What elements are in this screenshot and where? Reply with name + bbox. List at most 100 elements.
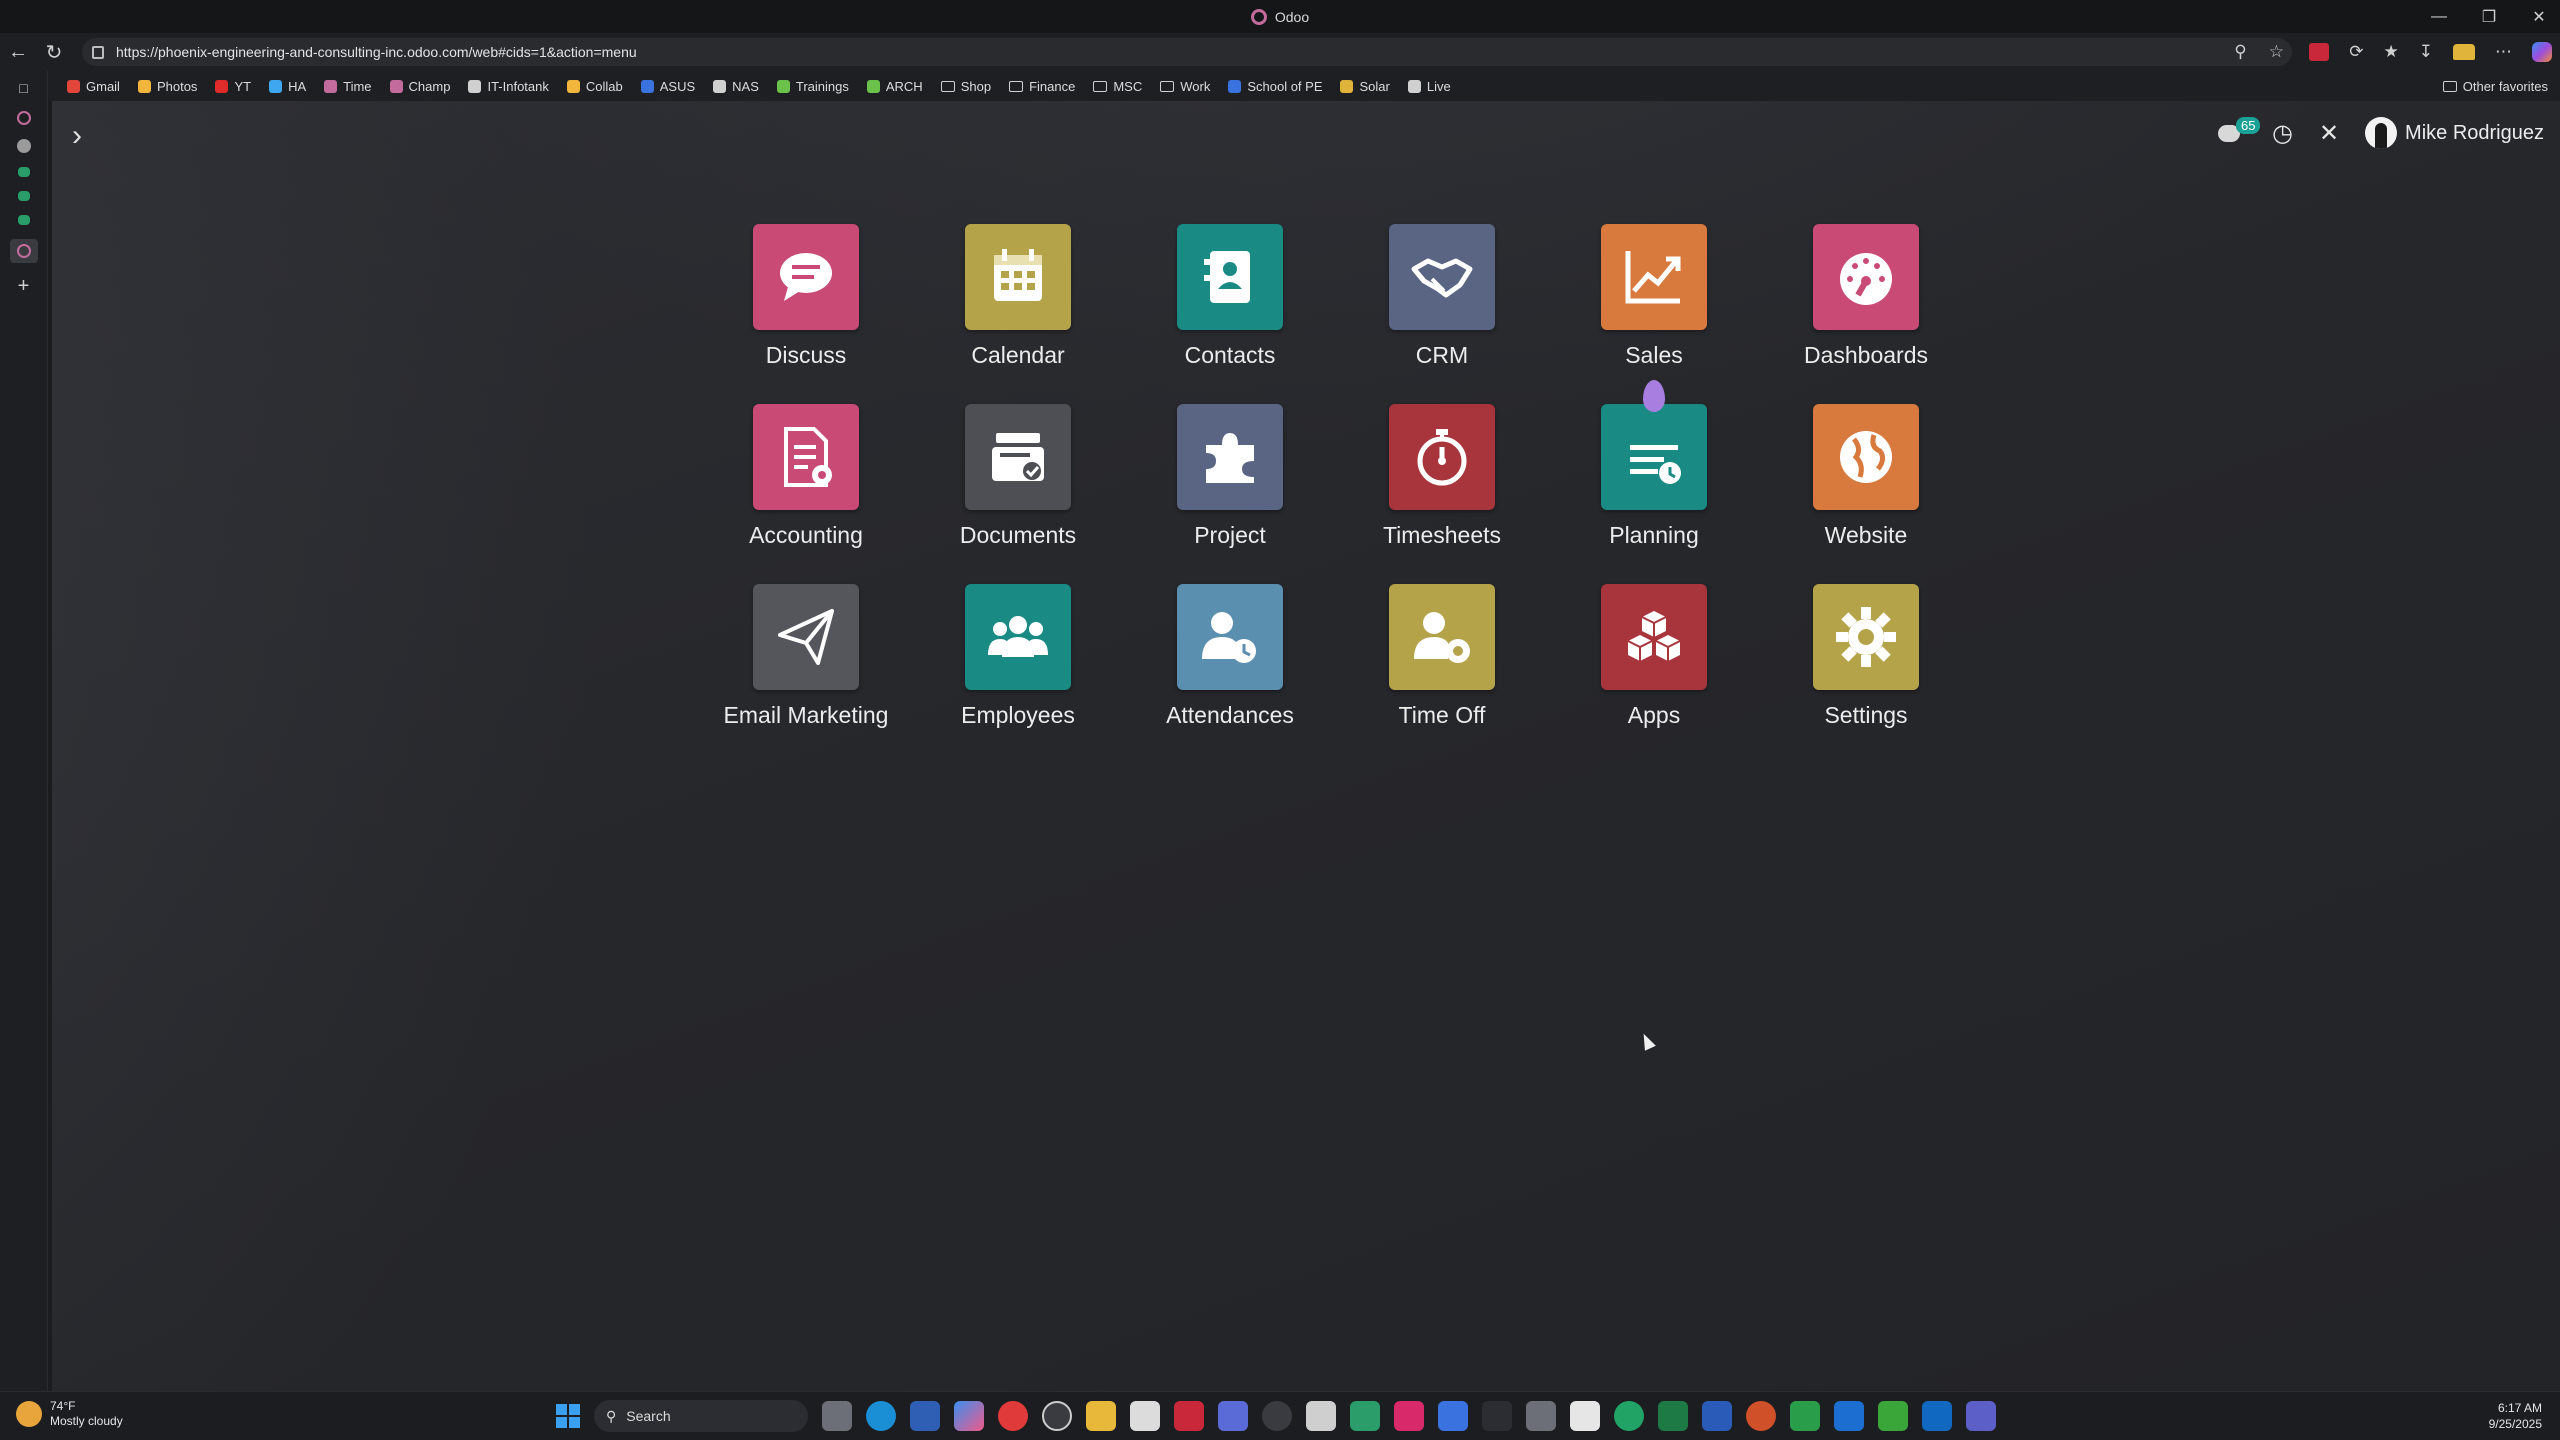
app-label[interactable]: Attendances xyxy=(1166,702,1294,729)
favorite-link-trainings[interactable]: Trainings xyxy=(768,71,858,101)
app-label[interactable]: CRM xyxy=(1416,342,1468,369)
teams-icon[interactable] xyxy=(1218,1401,1248,1431)
copilot-icon[interactable] xyxy=(2532,42,2552,62)
messages-button[interactable]: 65 xyxy=(2217,117,2261,145)
app-label[interactable]: Settings xyxy=(1824,702,1907,729)
downloads-icon[interactable]: ↧ xyxy=(2419,42,2433,62)
favorites-icon[interactable]: ★ xyxy=(2384,42,2399,62)
app-settings[interactable]: Settings xyxy=(1760,584,1972,729)
favorite-link-photos[interactable]: Photos xyxy=(129,71,206,101)
app-website[interactable]: Website xyxy=(1760,404,1972,549)
stopwatch-icon[interactable] xyxy=(1389,404,1495,510)
address-bar[interactable]: https://phoenix-engineering-and-consulti… xyxy=(82,38,2292,66)
favorite-link-time[interactable]: Time xyxy=(315,71,380,101)
people-icon[interactable] xyxy=(965,584,1071,690)
new-tab-icon[interactable]: + xyxy=(15,275,33,297)
app-label[interactable]: Contacts xyxy=(1185,342,1276,369)
app-label[interactable]: Project xyxy=(1194,522,1266,549)
sync-icon[interactable]: ⟳ xyxy=(2349,42,2363,62)
globe-icon[interactable] xyxy=(1813,404,1919,510)
app-timesheets[interactable]: Timesheets xyxy=(1336,404,1548,549)
favorite-link-champ[interactable]: Champ xyxy=(381,71,460,101)
tab-odoo-1[interactable] xyxy=(16,111,31,125)
app-dashboards[interactable]: Dashboards xyxy=(1760,224,1972,369)
chat-icon[interactable] xyxy=(753,224,859,330)
tab-odoo-active[interactable] xyxy=(9,239,38,263)
app-label[interactable]: Documents xyxy=(960,522,1076,549)
debug-tools-icon[interactable]: ✕ xyxy=(2319,119,2339,148)
powerpoint-icon[interactable] xyxy=(1746,1401,1776,1431)
app-label[interactable]: Time Off xyxy=(1399,702,1486,729)
word-icon[interactable] xyxy=(1702,1401,1732,1431)
app-crm[interactable]: CRM xyxy=(1336,224,1548,369)
app-icon-green[interactable] xyxy=(1350,1401,1380,1431)
app-icon-k[interactable] xyxy=(1790,1401,1820,1431)
app-label[interactable]: Discuss xyxy=(766,342,847,369)
profile-icon[interactable] xyxy=(2453,44,2475,60)
close-button[interactable]: ✕ xyxy=(2528,7,2550,27)
favorite-link-arch[interactable]: ARCH xyxy=(858,71,932,101)
app-label[interactable]: Dashboards xyxy=(1804,342,1928,369)
favorite-link-live[interactable]: Live xyxy=(1399,71,1460,101)
calendar-icon[interactable] xyxy=(965,224,1071,330)
edge-browser-icon[interactable] xyxy=(866,1401,896,1431)
app-label[interactable]: Employees xyxy=(961,702,1075,729)
favorite-link-shop[interactable]: Shop xyxy=(932,71,1000,101)
notepad-icon[interactable] xyxy=(1306,1401,1336,1431)
app-label[interactable]: Accounting xyxy=(749,522,863,549)
tab-site-5[interactable] xyxy=(17,215,30,225)
favorite-link-gmail[interactable]: Gmail xyxy=(58,71,129,101)
refresh-button[interactable]: ↻ xyxy=(36,34,72,70)
windows-start-icon[interactable] xyxy=(556,1404,580,1428)
user-clock-icon[interactable] xyxy=(1177,584,1283,690)
app-discuss[interactable]: Discuss xyxy=(700,224,912,369)
user-gear-icon[interactable] xyxy=(1389,584,1495,690)
chevron-right-icon[interactable]: › xyxy=(72,119,82,153)
app-project[interactable]: Project xyxy=(1124,404,1336,549)
tab-actions-icon[interactable]: □ xyxy=(15,79,33,97)
tab-site-2[interactable] xyxy=(16,139,31,153)
task-view-icon[interactable] xyxy=(822,1401,852,1431)
app-label[interactable]: Planning xyxy=(1609,522,1699,549)
url-text[interactable]: https://phoenix-engineering-and-consulti… xyxy=(116,44,637,60)
favorite-link-school-of-pe[interactable]: School of PE xyxy=(1219,71,1331,101)
app-icon-h[interactable] xyxy=(1878,1401,1908,1431)
app-icon-white[interactable] xyxy=(1570,1401,1600,1431)
favorite-link-solar[interactable]: Solar xyxy=(1331,71,1398,101)
pdf-app-icon[interactable] xyxy=(1174,1401,1204,1431)
site-info-icon[interactable] xyxy=(92,45,104,59)
planning-icon[interactable] xyxy=(1601,380,1707,510)
favorite-star-icon[interactable]: ☆ xyxy=(2269,42,2284,62)
app-accounting[interactable]: Accounting xyxy=(700,404,912,549)
teams-work-icon[interactable] xyxy=(1966,1401,1996,1431)
excel-icon[interactable] xyxy=(1658,1401,1688,1431)
contact-card-icon[interactable] xyxy=(1177,224,1283,330)
vscode-icon[interactable] xyxy=(1834,1401,1864,1431)
taskbar-search[interactable]: ⚲ Search xyxy=(594,1400,808,1432)
app-contacts[interactable]: Contacts xyxy=(1124,224,1336,369)
app-calendar[interactable]: Calendar xyxy=(912,224,1124,369)
app-documents[interactable]: Documents xyxy=(912,404,1124,549)
weather-widget[interactable]: 74°F Mostly cloudy xyxy=(16,1399,123,1429)
favorite-link-asus[interactable]: ASUS xyxy=(632,71,704,101)
app-icon-se[interactable] xyxy=(910,1401,940,1431)
gear-icon[interactable] xyxy=(1813,584,1919,690)
trend-chart-icon[interactable] xyxy=(1601,224,1707,330)
system-clock[interactable]: 6:17 AM 9/25/2025 xyxy=(2489,1400,2542,1432)
tab-site-4[interactable] xyxy=(17,191,30,201)
more-menu-icon[interactable]: ⋯ xyxy=(2495,42,2512,62)
app-label[interactable]: Sales xyxy=(1625,342,1683,369)
app-attendances[interactable]: Attendances xyxy=(1124,584,1336,729)
defender-icon[interactable] xyxy=(1438,1401,1468,1431)
favorite-link-yt[interactable]: YT xyxy=(206,71,260,101)
zoom-icon[interactable]: ⚲ xyxy=(2234,42,2246,62)
favorite-link-ha[interactable]: HA xyxy=(260,71,315,101)
restore-button[interactable]: ❐ xyxy=(2478,7,2500,27)
app-sales[interactable]: Sales xyxy=(1548,224,1760,369)
favorite-link-nas[interactable]: NAS xyxy=(704,71,768,101)
extension-icon[interactable] xyxy=(2309,43,2330,61)
favorite-link-it-infotank[interactable]: IT-Infotank xyxy=(459,71,557,101)
outlook-icon[interactable] xyxy=(1922,1401,1952,1431)
favorite-link-collab[interactable]: Collab xyxy=(558,71,632,101)
app-employees[interactable]: Employees xyxy=(912,584,1124,729)
